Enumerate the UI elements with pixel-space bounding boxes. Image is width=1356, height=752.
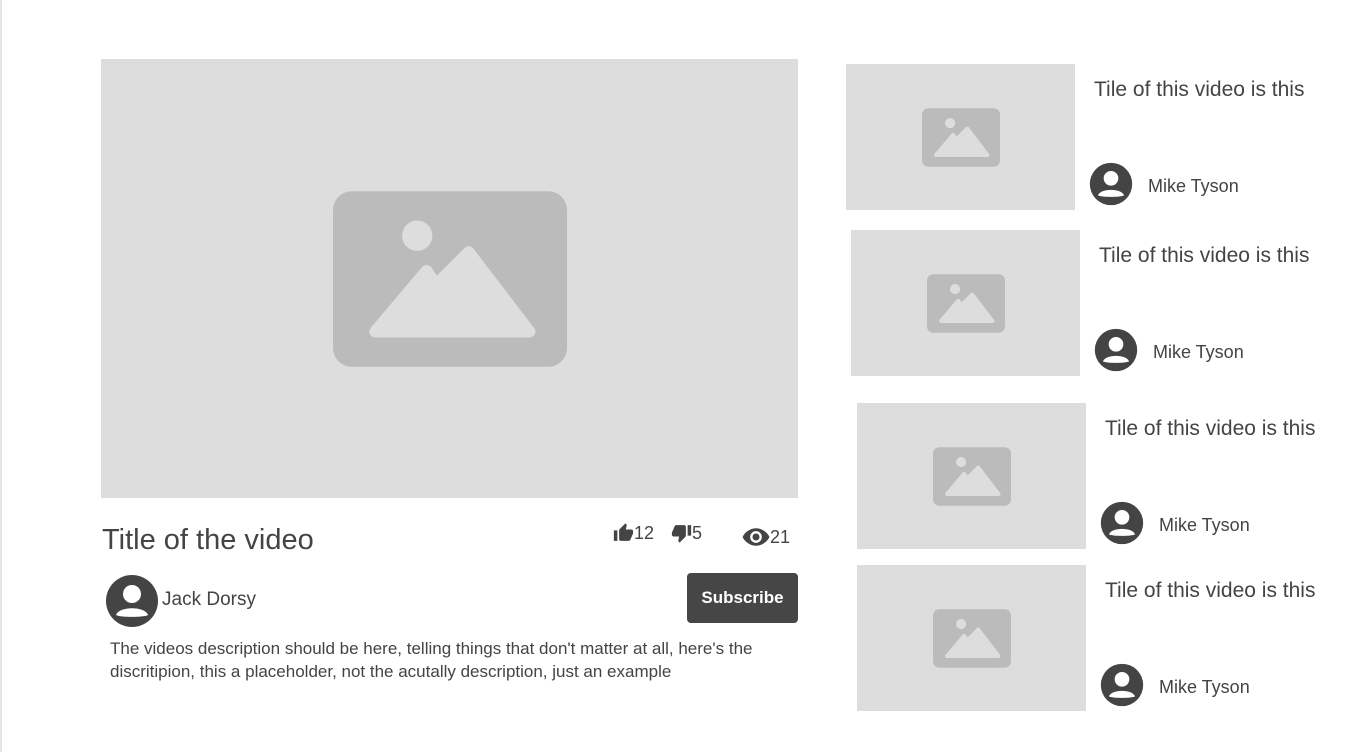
- recommended-channel-avatar[interactable]: [1100, 663, 1144, 707]
- recommended-channel-name[interactable]: Mike Tyson: [1159, 676, 1250, 698]
- image-placeholder-icon: [921, 107, 1000, 167]
- page-left-border: [0, 0, 2, 752]
- view-counter: 21: [742, 525, 790, 549]
- recommended-title[interactable]: Tile of this video is this: [1094, 76, 1309, 104]
- thumbs-up-icon: [613, 523, 634, 541]
- subscribe-button[interactable]: Subscribe: [687, 573, 798, 623]
- dislike-button[interactable]: 5: [671, 521, 702, 545]
- image-placeholder-icon: [926, 273, 1005, 333]
- recommended-title[interactable]: Tile of this video is this: [1099, 242, 1314, 270]
- recommended-video-1[interactable]: Tile of this video is this Mike Tyson: [846, 64, 1316, 214]
- image-placeholder-icon: [932, 608, 1011, 668]
- recommended-channel-avatar[interactable]: [1100, 501, 1144, 545]
- like-count: 12: [634, 523, 655, 543]
- video-player[interactable]: [101, 59, 798, 498]
- channel-avatar[interactable]: [105, 574, 159, 628]
- channel-name[interactable]: Jack Dorsy: [162, 589, 256, 611]
- recommended-channel-name[interactable]: Mike Tyson: [1153, 341, 1244, 363]
- recommended-video-2[interactable]: Tile of this video is this Mike Tyson: [851, 230, 1321, 380]
- recommended-channel-avatar[interactable]: [1094, 328, 1138, 372]
- recommended-thumbnail[interactable]: [857, 565, 1086, 711]
- video-description: The videos description should be here, t…: [110, 639, 753, 681]
- recommended-video-3[interactable]: Tile of this video is this Mike Tyson: [857, 403, 1327, 553]
- recommended-channel-avatar[interactable]: [1089, 162, 1133, 206]
- recommended-video-4[interactable]: Tile of this video is this Mike Tyson: [857, 565, 1327, 715]
- thumbs-down-icon: [671, 525, 692, 543]
- recommended-thumbnail[interactable]: [846, 64, 1075, 210]
- recommended-channel-name[interactable]: Mike Tyson: [1148, 175, 1239, 197]
- recommended-title[interactable]: Tile of this video is this: [1105, 415, 1320, 443]
- image-placeholder-icon: [932, 446, 1011, 506]
- like-button[interactable]: 12: [613, 521, 654, 545]
- dislike-count: 5: [692, 523, 703, 543]
- recommended-thumbnail[interactable]: [857, 403, 1086, 549]
- video-title: Title of the video: [102, 524, 314, 556]
- recommended-title[interactable]: Tile of this video is this: [1105, 577, 1320, 605]
- view-count: 21: [770, 527, 791, 547]
- recommended-channel-name[interactable]: Mike Tyson: [1159, 514, 1250, 536]
- image-placeholder-icon: [332, 190, 567, 367]
- recommended-thumbnail[interactable]: [851, 230, 1080, 376]
- eye-icon: [742, 528, 770, 546]
